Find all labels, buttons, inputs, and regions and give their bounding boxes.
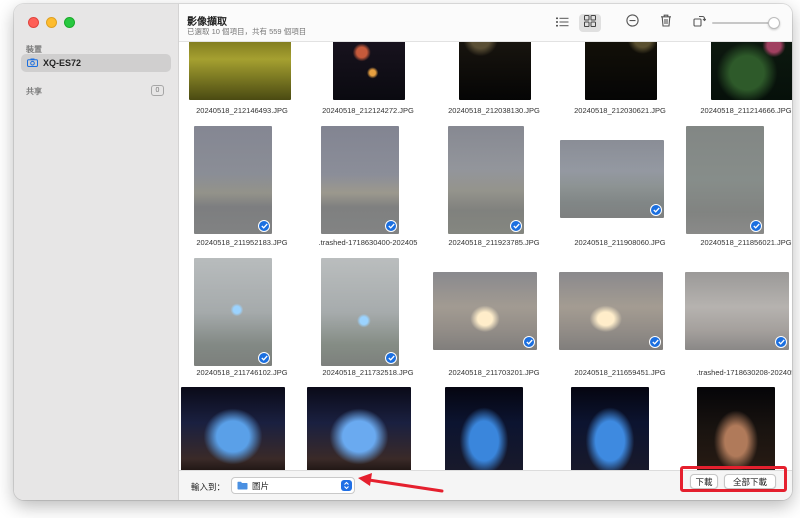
annotation-arrow [358, 473, 444, 493]
zoom-button[interactable] [64, 17, 75, 28]
photo-item[interactable] [683, 42, 792, 470]
slider-track [712, 22, 774, 24]
photo-thumbnail[interactable] [307, 387, 411, 470]
trash-button[interactable] [655, 14, 677, 32]
grid-view-icon [584, 14, 596, 32]
photo-item[interactable] [179, 42, 305, 470]
close-button[interactable] [28, 17, 39, 28]
rotate-icon [692, 14, 706, 32]
window-controls [28, 17, 75, 28]
download-button[interactable]: 下載 [690, 474, 718, 489]
sidebar-item-label: XQ-ES72 [43, 58, 82, 68]
image-capture-window: 裝置 XQ-ES72 共享 0 影像擷取 已選取 10 個項目，共有 559 個… [14, 4, 792, 500]
sidebar-item-device[interactable]: XQ-ES72 [21, 54, 171, 72]
photo-thumbnail[interactable] [445, 387, 523, 470]
photo-thumbnail[interactable] [571, 387, 649, 470]
photo-item[interactable] [431, 42, 557, 470]
selection-summary: 已選取 10 個項目，共有 559 個項目 [187, 27, 307, 36]
chevron-updown-icon [341, 480, 352, 491]
grid-view-button[interactable] [579, 14, 601, 32]
photo-grid: 20240518_212146493.JPG 20240518_212124272… [179, 42, 792, 470]
download-all-button[interactable]: 全部下載 [724, 474, 776, 489]
toolbar: 影像擷取 已選取 10 個項目，共有 559 個項目 [179, 4, 792, 42]
thumbnail-size-slider[interactable] [712, 17, 780, 29]
photo-thumbnail[interactable] [697, 387, 775, 470]
list-view-button[interactable] [551, 14, 573, 32]
destination-select[interactable]: 圖片 [231, 477, 355, 494]
photo-thumbnail[interactable] [181, 387, 285, 470]
minus-circle-icon [625, 14, 639, 32]
rotate-button[interactable] [688, 14, 710, 32]
folder-icon [237, 477, 248, 495]
trash-icon [660, 14, 672, 32]
camera-icon [27, 54, 38, 72]
delete-button[interactable] [621, 14, 643, 32]
photo-item[interactable] [305, 42, 431, 470]
destination-value: 圖片 [252, 480, 270, 491]
slider-knob[interactable] [768, 17, 780, 29]
sidebar: 裝置 XQ-ES72 共享 0 [14, 4, 179, 500]
import-to-label: 輸入到： [191, 482, 226, 492]
list-view-icon [555, 14, 569, 32]
photo-item[interactable] [557, 42, 683, 470]
shared-section-label: 共享 [26, 87, 42, 96]
minimize-button[interactable] [46, 17, 57, 28]
shared-count-badge: 0 [151, 85, 164, 96]
